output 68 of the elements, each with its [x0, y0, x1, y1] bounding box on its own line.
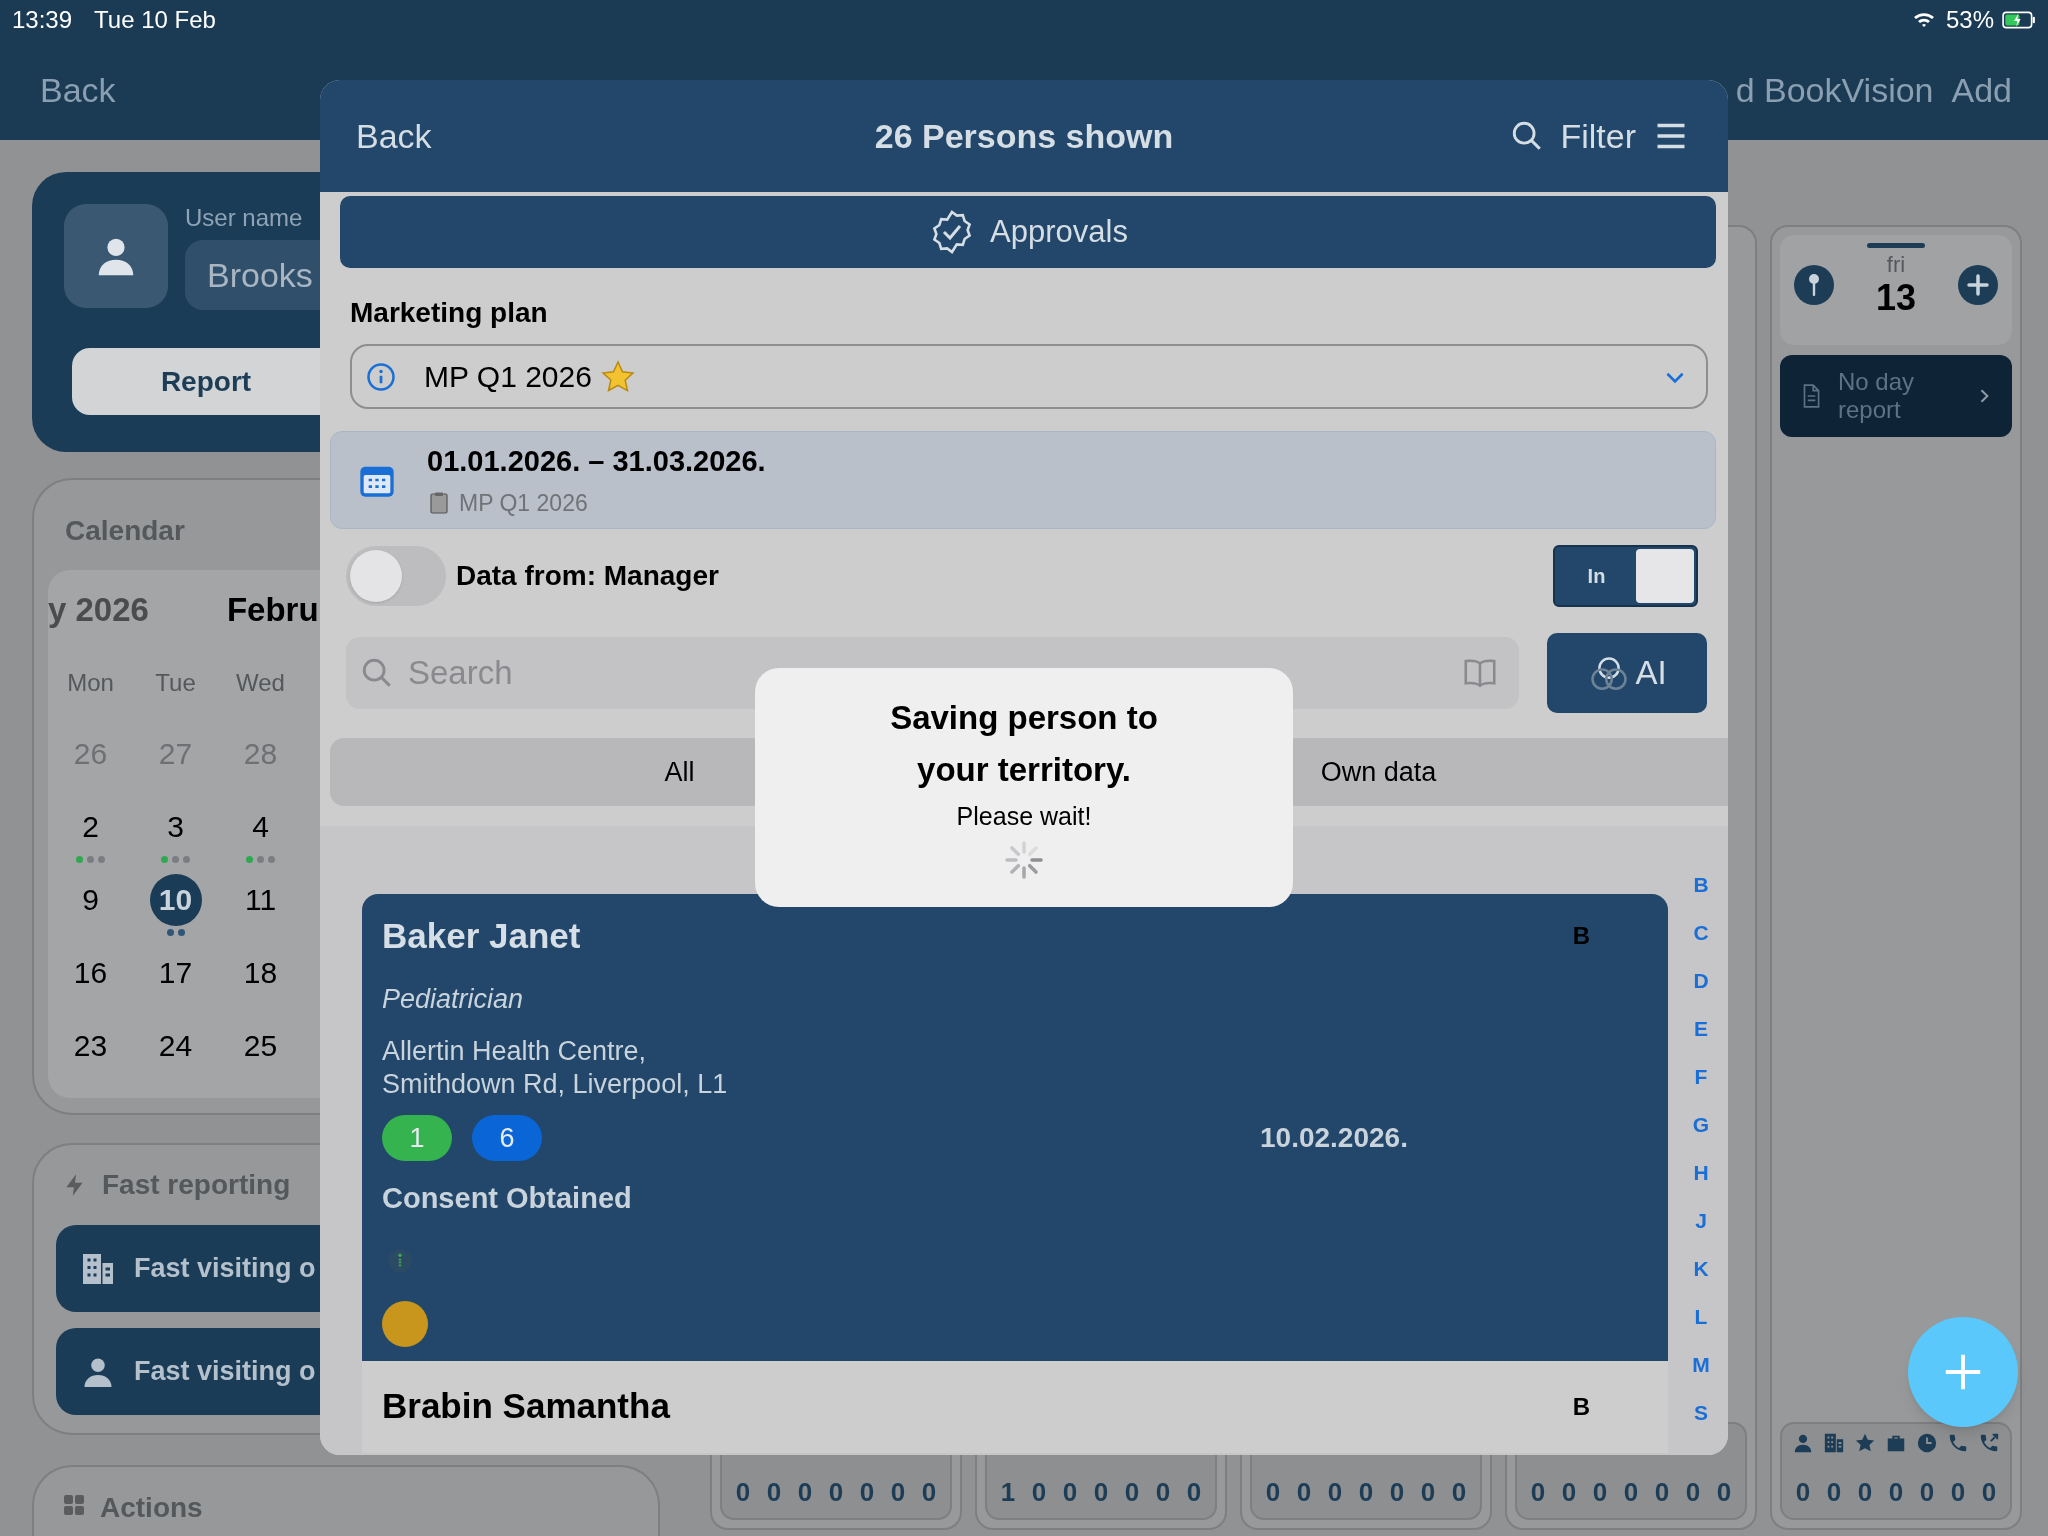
- counter-value: 0: [1653, 1478, 1671, 1506]
- counter-value: 0: [796, 1478, 814, 1506]
- counter-value: 0: [1092, 1478, 1110, 1506]
- counter-value: 0: [1825, 1478, 1843, 1506]
- plan-name: MP Q1 2026: [459, 488, 588, 518]
- status-time: 13:39: [12, 5, 73, 35]
- calendar-title: Calendar: [65, 514, 186, 548]
- weekday-label: fri: [1886, 252, 1906, 278]
- counter-value: 0: [1560, 1478, 1578, 1506]
- counter-value: 0: [1794, 1478, 1812, 1506]
- counter-value: 0: [1856, 1478, 1874, 1506]
- counter-value: 0: [1949, 1478, 1967, 1506]
- visit-date: 10.02.2026.: [1260, 1121, 1408, 1155]
- user-name-label: User name: [185, 204, 304, 232]
- counter-value: 0: [1450, 1478, 1468, 1506]
- counter-value: 0: [1388, 1478, 1406, 1506]
- battery-percentage: 53%: [1945, 5, 1994, 35]
- counter-value: 0: [1887, 1478, 1905, 1506]
- day-report-label: No day report: [1838, 368, 1916, 424]
- counter-value: 0: [1264, 1478, 1282, 1506]
- dialog-message: Please wait!: [956, 801, 1092, 832]
- counter-value: 0: [765, 1478, 783, 1506]
- counter-value: 0: [920, 1478, 938, 1506]
- person-specialty: Pediatrician: [382, 982, 525, 1016]
- fast-reporting-title: Fast reporting: [102, 1168, 291, 1202]
- counter-value: 1: [999, 1478, 1017, 1506]
- month-label: Febru: [226, 590, 319, 631]
- data-source-label: Data from: Manager: [456, 559, 719, 593]
- index-letter: B: [1572, 1391, 1590, 1422]
- counter-value: 0: [1419, 1478, 1437, 1506]
- counter-value: 0: [1684, 1478, 1702, 1506]
- counter-value: 0: [1622, 1478, 1640, 1506]
- counter-value: 0: [1591, 1478, 1609, 1506]
- counter-value: 0: [889, 1478, 907, 1506]
- period-dates: 01.01.2026. – 31.03.2026.: [427, 444, 766, 479]
- counter-value: 0: [1185, 1478, 1203, 1506]
- weekday-label: Mon: [66, 668, 115, 698]
- counter-value: 0: [1918, 1478, 1936, 1506]
- counter-value: 0: [1030, 1478, 1048, 1506]
- consent-status: Consent Obtained: [382, 1181, 633, 1216]
- counter-value: 0: [1357, 1478, 1375, 1506]
- nav-title: d BookVision: [1735, 69, 1934, 111]
- count-badge: 6: [472, 1115, 542, 1161]
- day-number: 13: [1875, 278, 1916, 318]
- index-letter: B: [1572, 921, 1590, 952]
- person-address: Allertin Health Centre, Smithdown Rd, Liverpool, L1: [382, 1035, 729, 1101]
- status-date: Tue 10 Feb: [94, 5, 216, 35]
- person-name: Baker Janet: [382, 915, 581, 957]
- counter-value: 0: [1980, 1478, 1998, 1506]
- month-label: y 2026: [48, 590, 149, 631]
- counter-value: 0: [1061, 1478, 1079, 1506]
- counter-value: 0: [1295, 1478, 1313, 1506]
- counter-value: 0: [1123, 1478, 1141, 1506]
- actions-title: Actions: [100, 1491, 203, 1525]
- dialog-title: Saving person to your territory.: [889, 698, 1159, 790]
- modal-title: 26 Persons shown: [874, 115, 1174, 157]
- counter-value: 0: [1154, 1478, 1172, 1506]
- weekday-label: Tue: [154, 668, 197, 698]
- weekday-label: Wed: [235, 668, 286, 698]
- person-name: Brabin Samantha: [382, 1385, 670, 1428]
- counter-value: 0: [1529, 1478, 1547, 1506]
- count-badge: 1: [382, 1115, 452, 1161]
- counter-value: 0: [1326, 1478, 1344, 1506]
- marketing-plan-label: Marketing plan: [350, 296, 549, 330]
- counter-value: 0: [1715, 1478, 1733, 1506]
- counter-value: 0: [858, 1478, 876, 1506]
- counter-value: 0: [827, 1478, 845, 1506]
- counter-value: 0: [734, 1478, 752, 1506]
